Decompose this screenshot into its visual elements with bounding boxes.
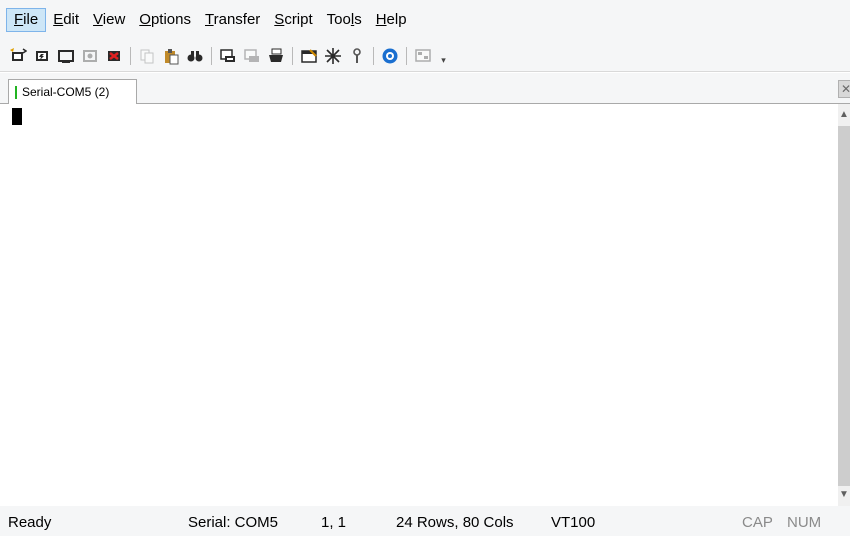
session-tab-label: Serial-COM5 (2) [22,85,110,99]
help-button[interactable] [380,45,400,67]
reconnect-icon [83,49,97,62]
status-terminal-size: 24 Rows, 80 Cols [396,514,514,531]
copy-button[interactable] [137,45,157,67]
menu-transfer[interactable]: Transfer [198,8,267,32]
close-tab-icon[interactable]: ✕ [838,80,850,98]
connection-status-indicator [15,85,17,99]
status-ready: Ready [8,514,52,531]
terminal-screen[interactable] [0,104,838,506]
toolbar-separator [406,46,407,65]
screen-button[interactable] [413,45,433,67]
session-options-icon [301,48,317,63]
toolbar-separator [211,46,212,65]
quick-connect-icon [36,50,48,61]
keymap-icon [325,47,341,64]
find-button[interactable] [185,45,205,67]
print-setup-button[interactable] [218,45,238,67]
connect-tab-icon [58,49,74,63]
session-tab-bar: Serial-COM5 (2) ✕ [0,73,850,104]
paste-icon [165,48,179,64]
session-tab-serial-com5[interactable]: Serial-COM5 (2) [8,79,137,104]
print-button[interactable] [266,45,286,67]
disconnect-icon [108,50,120,61]
menu-options[interactable]: Options [132,8,198,32]
key-agent-icon [353,47,361,63]
toolbar-separator [130,46,131,65]
print-icon [269,48,283,62]
copy-icon [140,49,154,63]
status-num-lock: NUM [787,514,822,531]
toolbar: ▾ [0,40,850,72]
connect-icon [10,47,27,61]
toolbar-separator [373,46,374,65]
menu-script[interactable]: Script [267,8,319,32]
status-cursor-position: 1, 1 [321,514,347,531]
session-options-button[interactable] [299,45,319,67]
terminal-cursor [12,108,22,125]
connect-button[interactable] [8,45,28,67]
menu-view[interactable]: View [86,8,132,32]
paste-button[interactable] [161,45,181,67]
scrollbar-thumb[interactable] [838,126,850,486]
disconnect-button[interactable] [104,45,124,67]
status-terminal-type: VT100 [551,514,596,531]
menu-bar: File Edit View Options Transfer Script T… [0,0,850,40]
vertical-scrollbar[interactable]: ▲ ▼ [838,104,850,506]
reconnect-button[interactable] [80,45,100,67]
toolbar-separator [292,46,293,65]
find-icon [187,50,203,61]
scroll-down-icon[interactable]: ▼ [838,486,850,504]
quick-connect-button[interactable] [32,45,52,67]
status-bar: Ready Serial: COM5 1, 1 24 Rows, 80 Cols… [0,506,850,536]
print-selection-icon [244,48,259,62]
status-caps-lock: CAP [742,514,773,531]
toolbar-overflow-button[interactable]: ▾ [439,46,448,66]
menu-tools[interactable]: Tools [320,8,369,32]
help-icon [382,48,398,63]
print-setup-icon [220,48,235,62]
menu-help[interactable]: Help [369,8,414,32]
scroll-up-icon[interactable]: ▲ [838,106,850,124]
keymap-button[interactable] [323,45,343,67]
screen-icon [415,48,431,62]
menu-file[interactable]: File [6,8,47,32]
menu-edit[interactable]: Edit [46,8,86,32]
status-connection: Serial: COM5 [188,514,279,531]
print-selection-button[interactable] [242,45,262,67]
connect-tab-button[interactable] [56,45,76,67]
key-agent-button[interactable] [347,45,367,67]
